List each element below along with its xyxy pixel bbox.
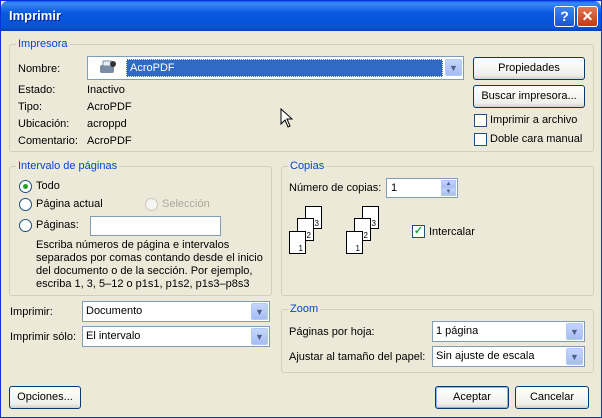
options-button[interactable]: Opciones... (9, 386, 81, 409)
range-selection-radio[interactable] (145, 198, 158, 211)
ok-button[interactable]: Aceptar (435, 386, 509, 409)
print-dialog: Imprimir ? ✕ Impresora Nombre: AcroPDF ▼… (0, 0, 602, 418)
scale-label: Ajustar al tamaño del papel: (289, 351, 426, 363)
copies-count-value: 1 (391, 182, 398, 194)
status-label: Estado: (18, 84, 56, 96)
spin-up-icon[interactable]: ▲ (441, 180, 456, 188)
print-only-value: El intervalo (86, 330, 141, 342)
range-help-text: Escriba números de página e intervalos s… (36, 239, 263, 291)
range-pages-radio[interactable] (19, 219, 32, 232)
scale-value: Sin ajuste de escala (436, 350, 535, 362)
chevron-down-icon[interactable]: ▼ (566, 348, 583, 365)
pages-input[interactable] (90, 216, 221, 236)
pages-per-sheet-value: 1 página (436, 325, 479, 337)
manual-duplex-checkbox[interactable] (474, 133, 487, 146)
scale-select[interactable]: Sin ajuste de escala ▼ (432, 346, 585, 367)
printer-name-select[interactable]: AcroPDF ▼ (87, 56, 464, 80)
page-icon: 1 (289, 231, 306, 254)
range-selection-label[interactable]: Selección (162, 198, 210, 210)
title-bar[interactable]: Imprimir ? ✕ (1, 1, 601, 31)
mouse-cursor-icon (280, 107, 294, 131)
spin-down-icon[interactable]: ▼ (441, 188, 456, 196)
type-value: AcroPDF (87, 101, 132, 113)
manual-duplex-label[interactable]: Doble cara manual (490, 133, 582, 145)
range-current-label[interactable]: Página actual (36, 198, 103, 210)
chevron-down-icon[interactable]: ▼ (251, 303, 268, 320)
range-all-radio[interactable] (19, 180, 32, 193)
chevron-down-icon[interactable]: ▼ (251, 328, 268, 345)
type-label: Tipo: (18, 101, 43, 113)
page-icon: 1 (346, 231, 363, 254)
page-range-group-label: Intervalo de páginas (16, 160, 120, 172)
chevron-down-icon[interactable]: ▼ (566, 323, 583, 340)
range-help-line: separados por comas contando desde el in… (36, 252, 263, 264)
zoom-group-label: Zoom (288, 303, 321, 315)
pages-per-sheet-label: Páginas por hoja: (289, 326, 375, 338)
range-all-label[interactable]: Todo (36, 180, 60, 192)
print-only-label: Imprimir sólo: (10, 331, 77, 343)
pages-per-sheet-select[interactable]: 1 página ▼ (432, 321, 585, 342)
range-help-line: Escriba números de página e intervalos (36, 239, 230, 251)
properties-button[interactable]: Propiedades (473, 57, 585, 80)
print-only-select[interactable]: El intervalo ▼ (82, 326, 270, 347)
print-to-file-checkbox[interactable] (474, 114, 487, 127)
print-to-file-label[interactable]: Imprimir a archivo (490, 114, 577, 126)
status-value: Inactivo (87, 84, 125, 96)
find-printer-button[interactable]: Buscar impresora... (473, 85, 585, 108)
print-what-value: Documento (86, 305, 143, 317)
collate-label[interactable]: Intercalar (429, 226, 475, 238)
cancel-button[interactable]: Cancelar (515, 386, 589, 409)
copies-count-label: Número de copias: (289, 182, 382, 194)
copies-count-input[interactable]: 1 ▲ ▼ (386, 178, 458, 198)
printer-name-value: AcroPDF (126, 59, 443, 77)
print-what-select[interactable]: Documento ▼ (82, 301, 270, 322)
copies-group-label: Copias (288, 160, 327, 172)
comment-value: AcroPDF (87, 135, 132, 147)
printer-name-label: Nombre: (18, 63, 61, 75)
help-button[interactable]: ? (554, 6, 575, 27)
comment-label: Comentario: (18, 135, 78, 147)
printer-icon (98, 60, 118, 75)
range-pages-label[interactable]: Páginas: (36, 219, 79, 231)
print-what-label: Imprimir: (10, 306, 53, 318)
location-label: Ubicación: (18, 118, 70, 130)
range-help-line: del documento o de la sección. Por ejemp… (36, 265, 253, 277)
window-title: Imprimir (9, 8, 62, 23)
range-current-radio[interactable] (19, 198, 32, 211)
printer-group-label: Impresora (16, 38, 70, 50)
close-button[interactable]: ✕ (577, 6, 598, 27)
chevron-down-icon[interactable]: ▼ (445, 59, 462, 76)
collate-checkbox[interactable]: ✓ (412, 225, 425, 238)
range-help-line: escriba 1, 3, 5–12 o p1s1, p1s2, p1s3–p8… (36, 278, 250, 290)
collate-illustration: 3 2 1 3 2 1 (289, 206, 379, 261)
location-value: acroppd (87, 118, 127, 130)
